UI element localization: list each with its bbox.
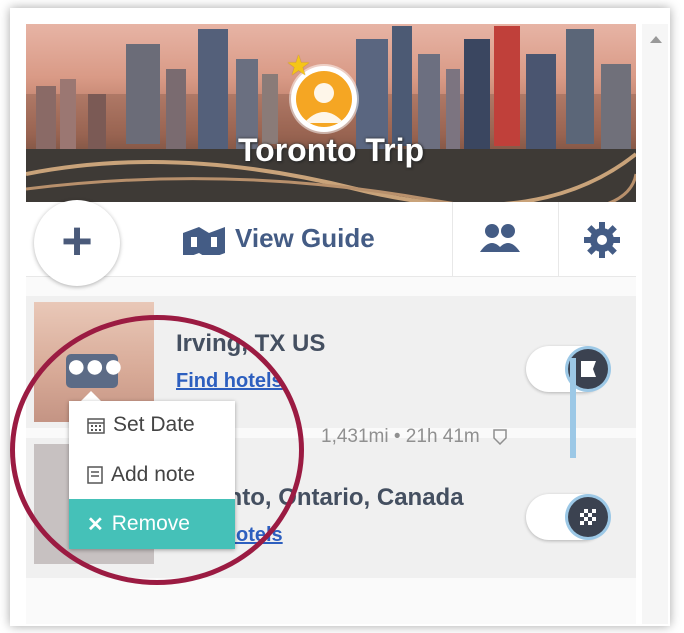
route-distance-text: 1,431mi • 21h 41m	[321, 426, 480, 447]
add-stop-button[interactable]: +	[34, 200, 120, 286]
trip-title: Toronto Trip	[237, 132, 425, 168]
finish-flag-icon	[568, 497, 608, 537]
route-distance: 1,431mi • 21h 41m	[321, 426, 509, 448]
share-people-button[interactable]	[478, 220, 524, 261]
people-icon	[480, 224, 520, 252]
annotation-circle	[10, 315, 304, 585]
star-icon: ★	[286, 50, 312, 81]
highway-shield-icon	[491, 427, 509, 446]
toolbar-divider	[452, 202, 453, 276]
toolbar-divider	[558, 202, 559, 276]
plus-icon: +	[61, 211, 93, 271]
view-guide-label: View Guide	[235, 222, 375, 253]
app-window: ★ Toronto Trip + View Guide Irving, TX U…	[10, 8, 670, 626]
guide-map-icon	[183, 227, 225, 255]
scrollbar[interactable]	[642, 24, 668, 624]
settings-button[interactable]	[582, 220, 622, 265]
route-connector	[570, 358, 576, 458]
scroll-up-arrow-icon[interactable]	[650, 36, 662, 43]
gear-icon	[584, 222, 620, 258]
trip-toolbar: + View Guide	[26, 200, 636, 286]
trip-hero-banner: ★ Toronto Trip	[26, 24, 636, 202]
view-guide-button[interactable]: View Guide	[181, 218, 375, 258]
